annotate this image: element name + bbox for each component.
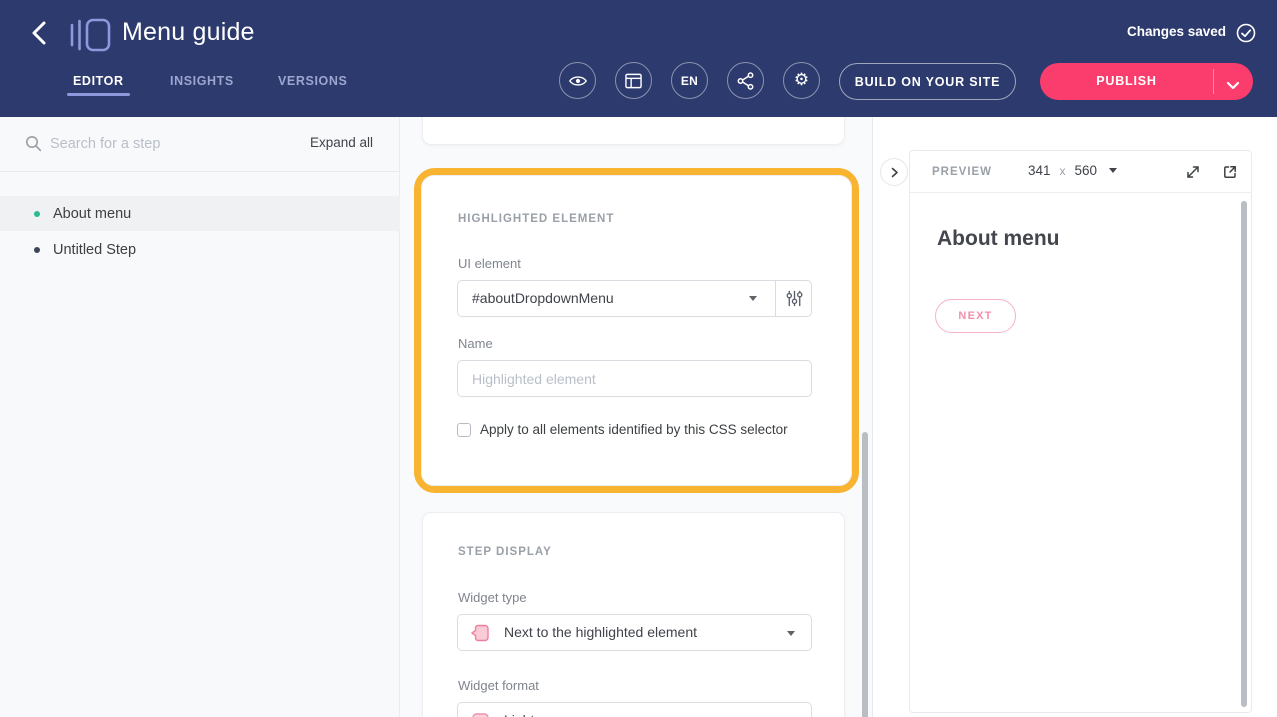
highlighted-section-ring: HIGHLIGHTED ELEMENT UI element #aboutDro… bbox=[414, 168, 859, 493]
flows-logo-icon bbox=[70, 17, 112, 58]
publish-dropdown-button[interactable] bbox=[1226, 77, 1240, 95]
chevron-left-icon bbox=[29, 20, 49, 46]
widget-format-label: Widget format bbox=[458, 678, 539, 693]
language-button[interactable]: EN bbox=[671, 62, 708, 99]
publish-split-button: PUBLISH bbox=[1040, 63, 1253, 100]
collapse-preview-button[interactable] bbox=[880, 158, 908, 186]
tooltip-bubble-icon bbox=[469, 622, 491, 649]
step-editor-panel: HIGHLIGHTED ELEMENT UI element #aboutDro… bbox=[400, 117, 872, 717]
preview-next-button[interactable]: NEXT bbox=[935, 299, 1016, 333]
gear-icon: ⚙ bbox=[794, 72, 809, 89]
name-label: Name bbox=[458, 336, 493, 351]
step-label: Untitled Step bbox=[53, 242, 136, 258]
external-link-icon bbox=[1221, 163, 1239, 181]
settings-button[interactable]: ⚙ bbox=[783, 62, 820, 99]
eye-icon bbox=[568, 73, 588, 89]
rounded-square-icon bbox=[469, 710, 491, 717]
caret-down-icon bbox=[787, 631, 795, 636]
chevron-down-icon bbox=[1226, 81, 1240, 90]
open-external-button[interactable] bbox=[1220, 163, 1240, 183]
step-display-card: STEP DISPLAY Widget type Next to the hig… bbox=[422, 512, 845, 717]
publish-button[interactable]: PUBLISH bbox=[1040, 63, 1213, 100]
share-button[interactable] bbox=[727, 62, 764, 99]
widget-type-label: Widget type bbox=[458, 590, 527, 605]
caret-down-icon bbox=[1109, 168, 1117, 173]
apply-all-label: Apply to all elements identified by this… bbox=[480, 422, 788, 437]
element-name-input[interactable] bbox=[457, 360, 812, 397]
preview-mode-button[interactable] bbox=[559, 62, 596, 99]
step-label: About menu bbox=[53, 206, 131, 222]
step-search-row: Expand all bbox=[0, 117, 399, 171]
step-status-dot bbox=[34, 247, 40, 253]
diagonal-arrows-icon bbox=[1184, 163, 1202, 181]
layout-panel-icon bbox=[625, 73, 642, 89]
preview-step-title: About menu bbox=[937, 227, 1059, 251]
section-title: HIGHLIGHTED ELEMENT bbox=[458, 213, 614, 225]
preview-panel: PREVIEW 341 x 560 About menu NEXT bbox=[909, 150, 1252, 713]
search-input[interactable] bbox=[50, 129, 280, 159]
ui-element-select-group: #aboutDropdownMenu bbox=[457, 280, 812, 317]
topbar: Menu guide EDITOR INSIGHTS VERSIONS EN ⚙… bbox=[0, 0, 1277, 117]
widget-type-select[interactable]: Next to the highlighted element bbox=[457, 614, 812, 651]
preview-size-separator: x bbox=[1060, 164, 1066, 178]
ui-element-value: #aboutDropdownMenu bbox=[472, 290, 614, 306]
resize-preview-button[interactable] bbox=[1183, 163, 1203, 183]
tab-versions[interactable]: VERSIONS bbox=[278, 74, 347, 88]
section-title: STEP DISPLAY bbox=[458, 546, 552, 558]
previous-settings-card bbox=[422, 117, 845, 145]
preview-width-value: 341 bbox=[1028, 163, 1051, 178]
widget-format-select[interactable]: Light bbox=[457, 702, 812, 717]
apply-all-checkbox-row[interactable]: Apply to all elements identified by this… bbox=[457, 422, 788, 437]
language-label: EN bbox=[681, 74, 698, 88]
element-settings-button[interactable] bbox=[775, 281, 812, 316]
preview-title: PREVIEW bbox=[932, 166, 992, 178]
app-window: Menu guide EDITOR INSIGHTS VERSIONS EN ⚙… bbox=[0, 0, 1277, 717]
widget-type-value: Next to the highlighted element bbox=[504, 624, 697, 640]
step-item-untitled-step[interactable]: Untitled Step bbox=[0, 232, 400, 267]
sidebar-divider bbox=[0, 171, 399, 172]
expand-all-link[interactable]: Expand all bbox=[310, 135, 373, 150]
check-circle-icon bbox=[1235, 22, 1257, 49]
share-icon bbox=[737, 72, 754, 90]
chevron-right-icon bbox=[887, 165, 902, 180]
editor-scrollbar[interactable] bbox=[862, 432, 868, 717]
caret-down-icon bbox=[749, 296, 757, 301]
preview-height-value: 560 bbox=[1075, 163, 1098, 178]
tab-editor[interactable]: EDITOR bbox=[73, 74, 124, 88]
layout-button[interactable] bbox=[615, 62, 652, 99]
widget-format-value: Light bbox=[504, 712, 534, 717]
preview-header: PREVIEW 341 x 560 bbox=[910, 151, 1251, 193]
publish-divider bbox=[1213, 69, 1214, 94]
page-title: Menu guide bbox=[122, 18, 255, 47]
step-item-about-menu[interactable]: About menu bbox=[0, 196, 400, 231]
preview-region: PREVIEW 341 x 560 About menu NEXT bbox=[872, 117, 1277, 717]
preview-scrollbar[interactable] bbox=[1241, 201, 1247, 707]
sliders-icon bbox=[785, 289, 804, 308]
tab-insights[interactable]: INSIGHTS bbox=[170, 74, 234, 88]
build-on-your-site-button[interactable]: BUILD ON YOUR SITE bbox=[839, 63, 1016, 100]
back-button[interactable] bbox=[26, 20, 52, 48]
preview-size-select[interactable]: 341 x 560 bbox=[1028, 163, 1117, 178]
search-icon bbox=[25, 135, 42, 157]
highlighted-element-card: HIGHLIGHTED ELEMENT UI element #aboutDro… bbox=[421, 175, 852, 486]
steps-sidebar: Expand all About menu Untitled Step bbox=[0, 117, 400, 717]
ui-element-select[interactable]: #aboutDropdownMenu bbox=[458, 281, 775, 316]
apply-all-checkbox[interactable] bbox=[457, 423, 471, 437]
save-status-text: Changes saved bbox=[1127, 24, 1226, 39]
ui-element-label: UI element bbox=[458, 256, 521, 271]
step-status-dot bbox=[34, 211, 40, 217]
